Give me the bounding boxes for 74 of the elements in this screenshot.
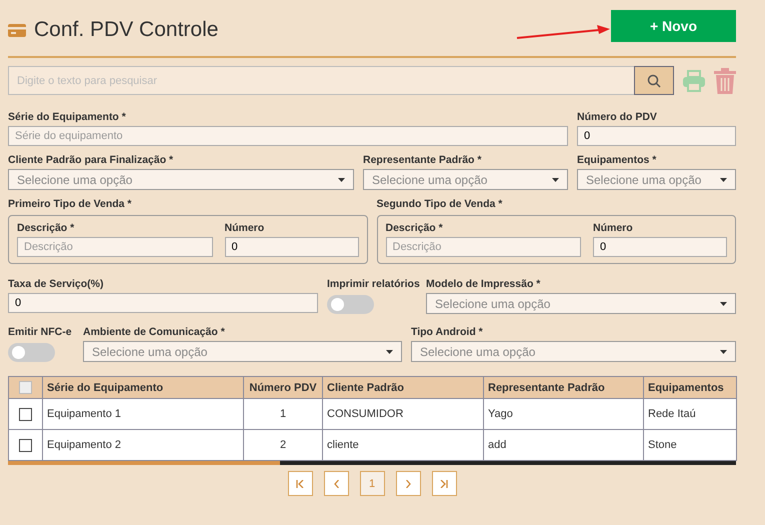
first-page-icon bbox=[296, 480, 304, 488]
caret-icon bbox=[720, 178, 727, 182]
printer-icon[interactable] bbox=[682, 68, 706, 92]
checkbox[interactable] bbox=[19, 408, 32, 420]
select-field[interactable]: Selecione uma opção bbox=[426, 293, 736, 314]
column-header: Equipamentos bbox=[644, 376, 736, 398]
field-label: Descrição * bbox=[17, 222, 76, 236]
caret-icon bbox=[552, 178, 559, 182]
new-button[interactable]: + Novo bbox=[611, 10, 736, 42]
caret-icon bbox=[386, 350, 393, 354]
field-label: Série do Equipamento * bbox=[8, 111, 127, 125]
checkbox[interactable] bbox=[19, 438, 32, 452]
next-page-button[interactable] bbox=[396, 471, 420, 496]
field-label: Equipamentos * bbox=[577, 154, 658, 168]
select-field[interactable]: Selecione uma opção bbox=[83, 341, 402, 362]
select-field[interactable]: Selecione uma opção bbox=[411, 341, 736, 362]
field-label: Representante Padrão * bbox=[363, 154, 482, 168]
field-label: Emitir NFC-e bbox=[8, 326, 73, 340]
column-header: Cliente Padrão bbox=[322, 376, 484, 398]
toggle-switch[interactable] bbox=[8, 343, 55, 362]
trash-icon[interactable] bbox=[714, 68, 736, 94]
input-field[interactable]: Descrição bbox=[386, 237, 581, 257]
select-field[interactable]: Selecione uma opção bbox=[577, 169, 736, 190]
table-cell: 1 bbox=[244, 398, 322, 430]
search-button[interactable] bbox=[634, 66, 674, 95]
table-cell: Stone bbox=[644, 430, 736, 460]
first-page-button[interactable] bbox=[288, 471, 312, 496]
field-label: Taxa de Serviço(%) bbox=[8, 278, 105, 292]
table-cell: Rede Itaú bbox=[644, 398, 736, 430]
field-label: Descrição * bbox=[386, 222, 444, 236]
field-label: Modelo de Impressão * bbox=[426, 278, 542, 292]
field-label: Tipo Android * bbox=[411, 326, 484, 340]
group-label: Primeiro Tipo de Venda * bbox=[8, 198, 133, 212]
page-title: Conf. PDV Controle bbox=[34, 18, 218, 42]
page-button[interactable]: 1 bbox=[360, 471, 384, 496]
last-page-button[interactable] bbox=[432, 471, 456, 496]
input-field[interactable]: 0 bbox=[224, 237, 358, 257]
last-page-icon bbox=[440, 480, 448, 488]
field-label: Cliente Padrão para Finalização * bbox=[8, 154, 174, 168]
search-field[interactable]: Digite o texto para pesquisar bbox=[8, 66, 634, 95]
card-icon bbox=[8, 24, 26, 36]
input-field[interactable]: Série do equipamento bbox=[8, 126, 568, 146]
table-cell: Yago bbox=[484, 398, 644, 430]
table-cell: Equipamento 2 bbox=[42, 430, 244, 460]
field-label: Número bbox=[593, 222, 634, 236]
column-header: Representante Padrão bbox=[484, 376, 644, 398]
table-cell: Equipamento 1 bbox=[42, 398, 244, 430]
toggle-switch[interactable] bbox=[327, 295, 374, 314]
group-label: Segundo Tipo de Venda * bbox=[376, 198, 504, 212]
field-label: Número bbox=[224, 222, 266, 236]
caret-icon bbox=[720, 302, 727, 306]
table-cell: cliente bbox=[322, 430, 484, 460]
column-header: Série do Equipamento bbox=[42, 376, 244, 398]
field-label: Ambiente de Comunicação * bbox=[83, 326, 226, 340]
previous-page-button[interactable] bbox=[324, 471, 348, 496]
checkbox[interactable] bbox=[19, 381, 32, 394]
chevron-right-icon bbox=[406, 480, 410, 488]
field-label: Imprimir relatórios bbox=[327, 278, 417, 292]
caret-icon bbox=[338, 178, 345, 182]
input-field[interactable]: Descrição bbox=[17, 237, 212, 257]
search-icon bbox=[647, 74, 661, 88]
table-cell: 2 bbox=[244, 430, 322, 460]
select-field[interactable]: Selecione uma opção bbox=[8, 169, 354, 190]
select-field[interactable]: Selecione uma opção bbox=[363, 169, 568, 190]
caret-icon bbox=[720, 350, 727, 354]
table-cell: add bbox=[484, 430, 644, 460]
input-field[interactable]: 0 bbox=[8, 293, 318, 313]
column-header: Número PDV bbox=[244, 376, 322, 398]
scrollbar[interactable] bbox=[8, 461, 736, 465]
input-field[interactable]: 0 bbox=[577, 126, 736, 146]
table-cell: CONSUMIDOR bbox=[322, 398, 484, 430]
input-field[interactable]: 0 bbox=[593, 237, 727, 257]
field-label: Número do PDV bbox=[577, 111, 658, 125]
chevron-left-icon bbox=[334, 480, 338, 488]
